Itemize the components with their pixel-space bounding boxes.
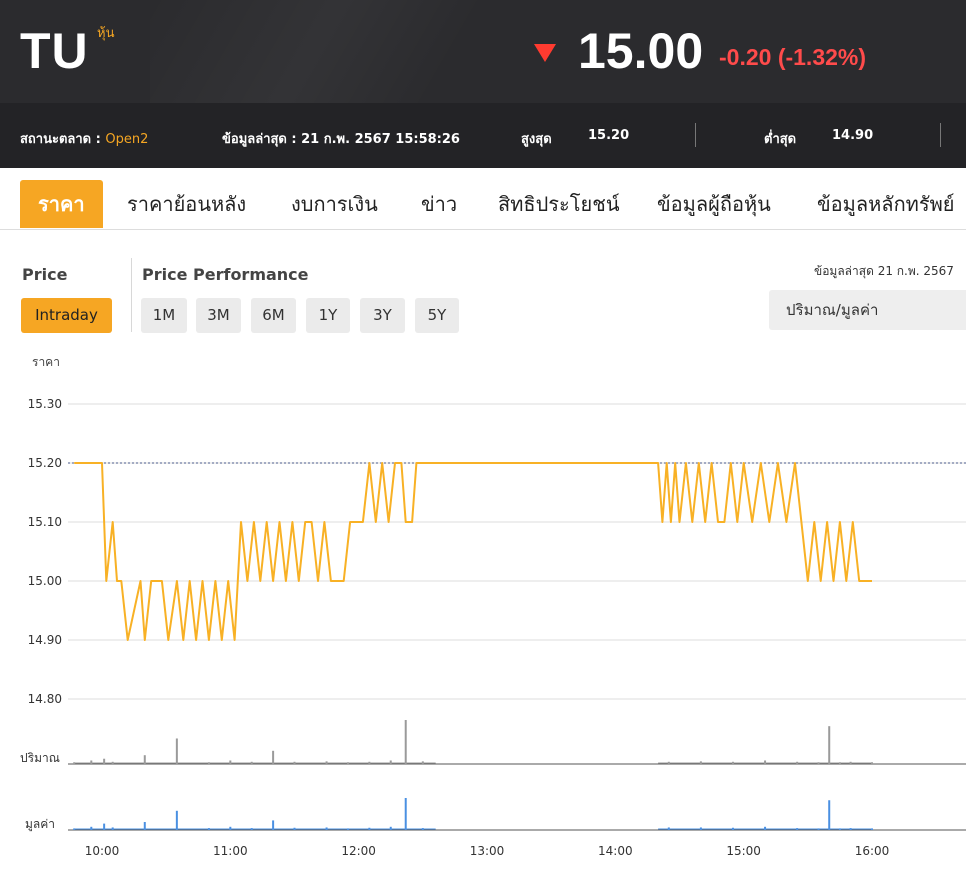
x-tick-label: 15:00 [726,844,761,858]
price-label: Price [22,265,68,284]
x-tick-label: 13:00 [470,844,505,858]
tab-historical[interactable]: ราคาย้อนหลัง [127,180,246,228]
high-label: สูงสุด [521,132,552,147]
price-series [74,462,872,641]
symbol-type: หุ้น [97,26,115,41]
market-status-value: Open2 [105,132,149,147]
tab-price[interactable]: ราคา [20,180,103,228]
performance-label: Price Performance [142,265,309,284]
info-divider [695,123,696,147]
period-1y-button[interactable]: 1Y [306,298,350,333]
chart-grid [68,403,966,831]
x-tick-label: 16:00 [855,844,890,858]
y-tick-label: 14.80 [28,692,62,706]
market-status-label: สถานะตลาด : [20,132,101,147]
y-tick-label: 15.30 [28,397,62,411]
info-divider [940,123,941,147]
triangle-down-icon [534,44,556,62]
tab-rights[interactable]: สิทธิประโยชน์ [498,180,619,228]
tab-shareholders[interactable]: ข้อมูลผู้ถือหุ้น [657,180,771,228]
last-price: 15.00 [578,23,704,79]
period-3y-button[interactable]: 3Y [360,298,405,333]
x-tick-label: 14:00 [598,844,633,858]
x-axis-labels: 10:00 11:00 12:00 13:00 14:00 15:00 16:00 [85,844,890,858]
y-tick-label: 14.90 [28,633,62,647]
period-3m-button[interactable]: 3M [196,298,241,333]
low-label: ต่ำสุด [764,132,797,147]
intraday-button[interactable]: Intraday [21,298,112,333]
x-tick-label: 12:00 [341,844,376,858]
low-value: 14.90 [832,128,874,143]
high-value: 15.20 [588,128,630,143]
period-6m-button[interactable]: 6M [251,298,296,333]
price-line [74,462,872,641]
x-tick-label: 10:00 [85,844,120,858]
period-1m-button[interactable]: 1M [141,298,187,333]
volume-bars [73,720,873,830]
last-update: ข้อมูลล่าสุด : 21 ก.พ. 2567 15:58:26 [222,132,460,147]
tab-security-info[interactable]: ข้อมูลหลักทรัพย์ [817,180,955,228]
y-tick-label: 15.10 [28,515,62,529]
market-status: สถานะตลาด : Open2 [20,128,148,149]
tab-financials[interactable]: งบการเงิน [291,180,378,228]
volume-value-select[interactable]: ปริมาณ/มูลค่า [769,290,966,330]
controls-divider [131,258,132,332]
price-change: -0.20 (-1.32%) [719,44,867,70]
stock-symbol: TU [20,23,89,79]
y-tick-label: 15.00 [28,574,62,588]
tab-news[interactable]: ข่าว [421,180,457,228]
header-decoration [150,0,570,103]
value-label: มูลค่า [25,817,55,832]
chart-updated: ข้อมูลล่าสุด 21 ก.พ. 2567 [814,264,954,278]
y-tick-label: 15.20 [28,456,62,470]
volume-label: ปริมาณ [20,751,60,765]
period-5y-button[interactable]: 5Y [415,298,459,333]
price-chart: ราคา 15.30 15.20 15.10 15.00 14.90 14.80 ปริมาณ… [20,355,966,858]
y-axis-title: ราคา [32,355,60,369]
x-tick-label: 11:00 [213,844,248,858]
y-axis-labels: ราคา 15.30 15.20 15.10 15.00 14.90 14.80 ปริมาณ… [20,355,62,832]
